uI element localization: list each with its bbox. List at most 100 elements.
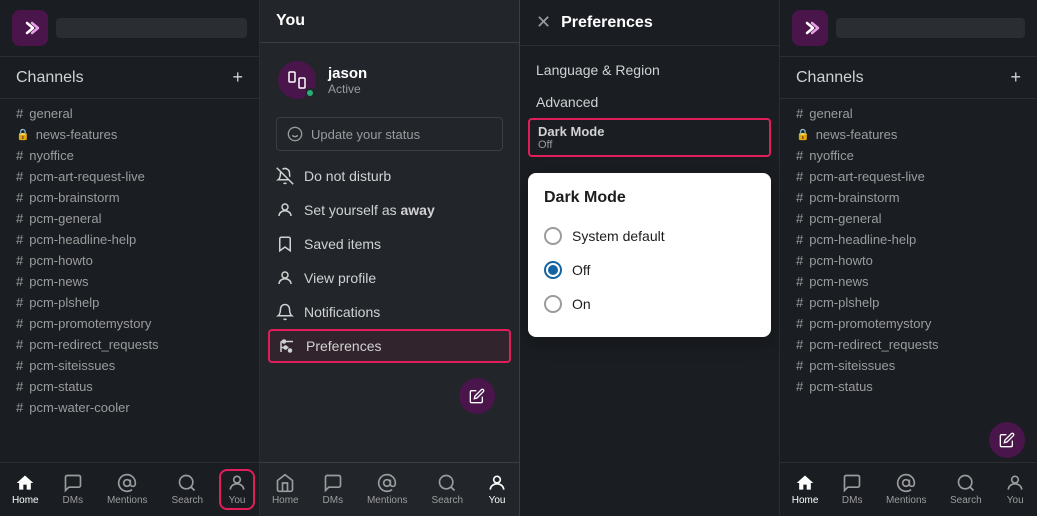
right-nav-home[interactable]: Home: [784, 469, 827, 510]
nav-dms[interactable]: DMs: [55, 469, 92, 510]
right-nav-you[interactable]: You: [997, 469, 1033, 510]
system-default-radio[interactable]: [544, 227, 562, 245]
list-item[interactable]: #pcm-status: [0, 376, 259, 397]
nav-mentions[interactable]: Mentions: [99, 469, 156, 510]
right-channels-header: Channels +: [780, 57, 1037, 99]
list-item[interactable]: #pcm-promotemystory: [0, 313, 259, 334]
hash-icon: #: [16, 337, 23, 352]
list-item[interactable]: #pcm-status: [780, 376, 1037, 397]
off-label: Off: [572, 262, 590, 278]
view-profile-label: View profile: [304, 270, 376, 286]
list-item[interactable]: #pcm-general: [0, 208, 259, 229]
lock-icon: 🔒: [796, 128, 810, 141]
dark-mode-popup: Dark Mode System default Off On: [528, 173, 771, 337]
off-radio[interactable]: [544, 261, 562, 279]
hash-icon: #: [16, 211, 23, 226]
list-item[interactable]: #pcm-promotemystory: [780, 313, 1037, 334]
you-panel-header: You: [260, 0, 519, 43]
hash-icon: #: [796, 316, 803, 331]
hash-icon: #: [16, 253, 23, 268]
you-nav-you[interactable]: You: [479, 469, 515, 510]
hash-icon: #: [796, 295, 803, 310]
user-status: Active: [328, 82, 367, 96]
status-input[interactable]: Update your status: [276, 117, 503, 151]
list-item[interactable]: #pcm-brainstorm: [0, 187, 259, 208]
advanced-item[interactable]: Advanced: [520, 86, 779, 118]
list-item[interactable]: #pcm-howto: [780, 250, 1037, 271]
status-placeholder: Update your status: [311, 127, 420, 142]
list-item[interactable]: #general: [780, 103, 1037, 124]
list-item[interactable]: #pcm-news: [0, 271, 259, 292]
on-radio[interactable]: [544, 295, 562, 313]
list-item[interactable]: #pcm-general: [780, 208, 1037, 229]
hash-icon: #: [16, 274, 23, 289]
list-item[interactable]: #pcm-siteissues: [780, 355, 1037, 376]
saved-items-item[interactable]: Saved items: [260, 227, 519, 261]
hash-icon: #: [16, 316, 23, 331]
list-item[interactable]: 🔒news-features: [0, 124, 259, 145]
list-item[interactable]: #pcm-water-cooler: [0, 397, 259, 418]
right-app-logo[interactable]: [792, 10, 828, 46]
nav-you[interactable]: You: [219, 469, 255, 510]
nav-search[interactable]: Search: [163, 469, 211, 510]
status-dot: [305, 88, 315, 98]
list-item[interactable]: #pcm-art-request-live: [780, 166, 1037, 187]
you-nav-home[interactable]: Home: [264, 469, 307, 510]
list-item[interactable]: #pcm-news: [780, 271, 1037, 292]
preferences-item[interactable]: Preferences: [268, 329, 511, 363]
nav-home[interactable]: Home: [4, 469, 47, 510]
list-item[interactable]: #pcm-plshelp: [0, 292, 259, 313]
list-item[interactable]: #pcm-headline-help: [0, 229, 259, 250]
list-item[interactable]: #nyoffice: [780, 145, 1037, 166]
bell-icon: [276, 303, 294, 321]
list-item[interactable]: #pcm-redirect_requests: [780, 334, 1037, 355]
dark-mode-popup-title: Dark Mode: [544, 189, 755, 207]
right-nav-mentions[interactable]: Mentions: [878, 469, 935, 510]
compose-button[interactable]: [459, 378, 495, 414]
right-nav-search[interactable]: Search: [942, 469, 990, 510]
list-item[interactable]: #pcm-plshelp: [780, 292, 1037, 313]
set-away-item[interactable]: Set yourself as away: [260, 193, 519, 227]
left-channels-label: Channels: [16, 69, 84, 87]
set-away-label: Set yourself as away: [304, 202, 435, 218]
user-info: jason Active: [260, 43, 519, 113]
list-item[interactable]: #pcm-siteissues: [0, 355, 259, 376]
list-item[interactable]: #pcm-headline-help: [780, 229, 1037, 250]
off-option[interactable]: Off: [544, 253, 755, 287]
hash-icon: #: [796, 379, 803, 394]
user-name: jason: [328, 65, 367, 82]
you-nav-dms[interactable]: DMs: [315, 469, 352, 510]
list-item[interactable]: #pcm-brainstorm: [780, 187, 1037, 208]
right-channels-label: Channels: [796, 69, 864, 87]
hash-icon: #: [16, 379, 23, 394]
do-not-disturb-item[interactable]: Do not disturb: [260, 159, 519, 193]
close-button[interactable]: ✕: [536, 12, 551, 33]
list-item[interactable]: #general: [0, 103, 259, 124]
right-nav-dms[interactable]: DMs: [834, 469, 871, 510]
right-sidebar: Channels + #general 🔒news-features #nyof…: [780, 0, 1037, 516]
list-item[interactable]: 🔒news-features: [780, 124, 1037, 145]
you-nav-mentions[interactable]: Mentions: [359, 469, 416, 510]
on-option[interactable]: On: [544, 287, 755, 321]
system-default-label: System default: [572, 228, 665, 244]
dark-mode-item[interactable]: Dark Mode Off: [528, 118, 771, 157]
view-profile-item[interactable]: View profile: [260, 261, 519, 295]
right-channel-list: #general 🔒news-features #nyoffice #pcm-a…: [780, 99, 1037, 462]
list-item[interactable]: #pcm-redirect_requests: [0, 334, 259, 355]
right-compose-button[interactable]: [989, 422, 1025, 458]
list-item[interactable]: #pcm-art-request-live: [0, 166, 259, 187]
preferences-title: Preferences: [561, 14, 653, 32]
notifications-item[interactable]: Notifications: [260, 295, 519, 329]
you-nav-search[interactable]: Search: [423, 469, 471, 510]
right-add-channel-button[interactable]: +: [1010, 67, 1021, 88]
hash-icon: #: [796, 106, 803, 121]
emoji-icon: [287, 126, 303, 142]
system-default-option[interactable]: System default: [544, 219, 755, 253]
app-logo[interactable]: [12, 10, 48, 46]
right-bottom-nav: Home DMs Mentions Search You: [780, 462, 1037, 516]
preferences-panel: ✕ Preferences Language & Region Advanced…: [520, 0, 780, 516]
list-item[interactable]: #nyoffice: [0, 145, 259, 166]
language-region-item[interactable]: Language & Region: [520, 54, 779, 86]
list-item[interactable]: #pcm-howto: [0, 250, 259, 271]
left-add-channel-button[interactable]: +: [232, 67, 243, 88]
